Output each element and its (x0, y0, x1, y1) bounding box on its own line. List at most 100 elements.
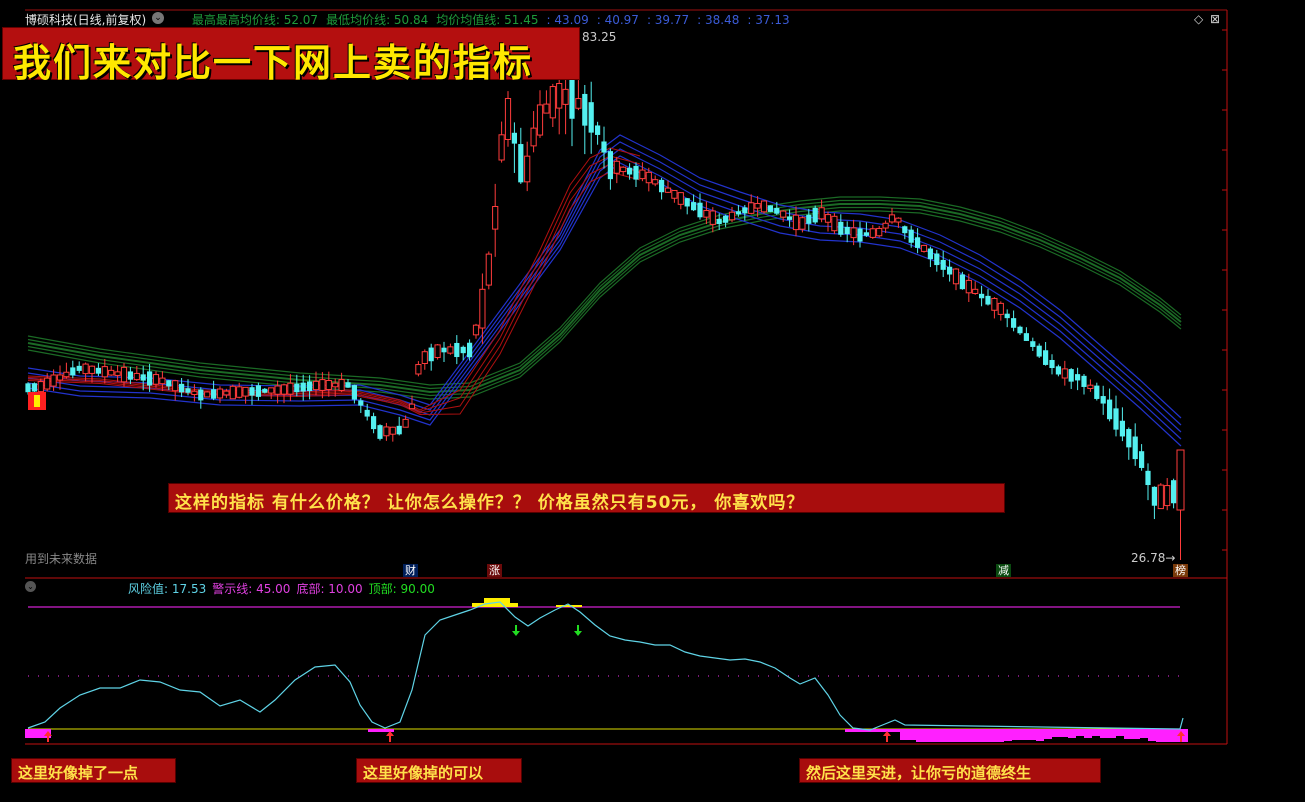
candle-body (50, 374, 57, 387)
candle-body (504, 98, 512, 140)
candle-body (1049, 359, 1055, 369)
candle-body (31, 383, 37, 392)
candle-body (185, 388, 191, 393)
candle-body (133, 372, 140, 381)
price-axis-ticks (1222, 29, 1227, 551)
buy-arrow-icon (386, 731, 394, 742)
candle-body (172, 380, 179, 392)
candle-body (216, 388, 224, 399)
candle-body (204, 391, 211, 398)
candle-body (876, 227, 883, 237)
candle-body (920, 244, 928, 252)
candle-body (530, 127, 537, 147)
title-banner: 我们来对比一下网上卖的指标 (2, 27, 580, 85)
stock-title[interactable]: 博硕科技(日线,前复权) (25, 13, 146, 27)
high-price-label: 83.25 (582, 30, 617, 44)
candle-body (742, 207, 748, 214)
candle-body (799, 217, 806, 230)
bottom-bar (1108, 729, 1116, 738)
risk-value-line (27, 601, 1184, 731)
diamond-icon[interactable]: ◇ (1194, 12, 1203, 26)
candle-body (562, 88, 569, 105)
arrow-head (574, 631, 582, 636)
candle-body (659, 179, 665, 193)
candle-body (421, 351, 428, 364)
bottom-bar (956, 729, 964, 742)
candle-body (780, 210, 787, 218)
red-ma-line (27, 147, 641, 411)
blue-ma-line (27, 134, 1182, 419)
candle-body (767, 205, 773, 212)
bottom-bar (1012, 729, 1020, 740)
candle-body (249, 387, 255, 396)
bottom-bar (940, 729, 948, 742)
candle-body (198, 389, 204, 401)
candle-body (345, 382, 351, 388)
future-data-note: 用到未来数据 (25, 552, 98, 566)
candle-body (434, 344, 441, 359)
candle-body (940, 259, 946, 270)
bottom-signal-bars (25, 729, 1188, 742)
finance-marker[interactable]: 财 (403, 564, 418, 577)
candle-body (332, 382, 339, 388)
candle-body (787, 216, 793, 220)
candle-body (1132, 436, 1138, 460)
candle-body (947, 266, 953, 275)
rank-marker[interactable]: 榜 (1173, 564, 1188, 577)
candle-body (179, 383, 185, 393)
bottom-bar (1092, 729, 1100, 736)
candle-body (467, 342, 473, 358)
chevron-down-icon[interactable]: ⌄ (152, 12, 164, 24)
candle-body (1036, 345, 1042, 357)
candle-body (869, 228, 876, 238)
candle-body (1119, 420, 1125, 437)
candle-body (952, 268, 960, 285)
candle-body (312, 380, 320, 391)
candle-body (536, 104, 544, 136)
bottom-bar (1124, 729, 1132, 739)
candle-body (671, 189, 678, 199)
bottom-bar (1068, 729, 1076, 738)
candle-body (902, 226, 908, 234)
candle-body (639, 169, 646, 180)
candle-body (498, 134, 505, 161)
candle-body (70, 367, 76, 376)
candle-body (972, 288, 979, 294)
bottom-bar (1060, 729, 1068, 737)
middle-callout-text: 这样的指标 有什么价格？ 让你怎么操作？？ 价格虽然只有50元， 你喜欢吗？ (175, 493, 805, 513)
candle-body (441, 347, 447, 353)
candle-body (255, 385, 261, 397)
candle-body (677, 192, 684, 205)
candle-body (1004, 313, 1010, 319)
candle-body (645, 171, 652, 184)
candle-body (863, 232, 869, 236)
candle-body (959, 274, 965, 290)
candle-body (307, 381, 313, 392)
candle-body (114, 371, 121, 376)
candle-body (454, 342, 460, 358)
chart-window: 博硕科技(日线,前复权) 最高最高均价线: 52.07 最低均价线: 50.84 均… (0, 0, 1305, 802)
bottom-bar (1052, 729, 1060, 737)
close-icon[interactable]: ⊠ (1210, 12, 1220, 26)
indicator-legend-item: 底部: 10.00 (296, 582, 363, 596)
candle-body (88, 365, 96, 374)
bottom-bar (1084, 729, 1092, 738)
bottom-bar (1156, 729, 1164, 742)
candle-body (709, 210, 716, 225)
candle-body (518, 144, 524, 183)
reduce-marker[interactable]: 减 (996, 564, 1011, 577)
candle-body (1023, 333, 1029, 341)
candle-body (147, 371, 153, 386)
candle-body (723, 215, 729, 223)
bottom-bar (988, 729, 996, 742)
low-price-label: 26.78→ (1131, 551, 1176, 565)
candle-body (1094, 385, 1100, 399)
candle-body (703, 210, 710, 218)
bottom-bar (900, 729, 908, 740)
candle-body (543, 103, 550, 114)
candle-body (485, 253, 492, 286)
candle-body (1151, 486, 1157, 506)
stock-chart-canvas[interactable] (0, 0, 1305, 802)
candle-body (63, 371, 70, 378)
rise-marker[interactable]: 涨 (487, 564, 502, 577)
